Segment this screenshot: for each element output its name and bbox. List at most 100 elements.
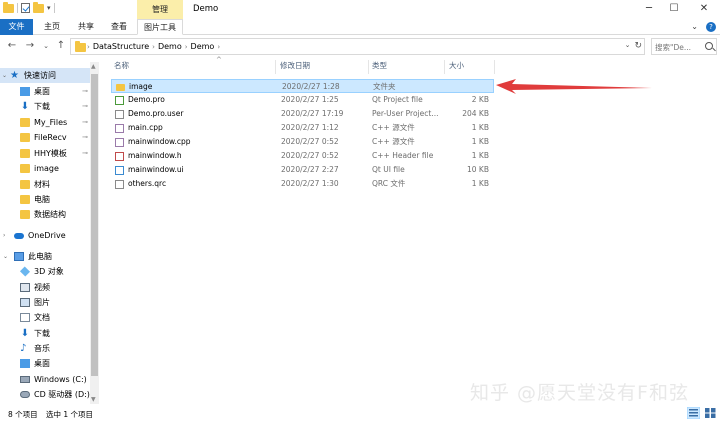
column-divider[interactable]	[275, 60, 276, 74]
nav-item-music[interactable]: ♪ 音乐	[0, 341, 90, 356]
close-button[interactable]: ✕	[694, 2, 714, 16]
nav-item-onedrive[interactable]: › OneDrive	[0, 228, 90, 243]
scroll-down-icon[interactable]: ▼	[91, 396, 96, 403]
chevron-down-icon[interactable]: ⌄	[2, 72, 7, 79]
tab-picture-tools[interactable]: 图片工具	[137, 19, 183, 35]
chevron-right-icon[interactable]: ›	[217, 43, 220, 51]
nav-item-windows-c[interactable]: Windows (C:)	[0, 372, 90, 387]
large-icons-view-icon[interactable]	[704, 407, 717, 419]
column-header-type[interactable]: 类型	[372, 58, 387, 74]
folder-icon	[20, 195, 30, 204]
forward-button[interactable]: →	[24, 39, 36, 53]
chevron-right-icon[interactable]: ›	[3, 232, 5, 239]
nav-item-label: 桌面	[34, 359, 50, 368]
file-type: C++ Header file	[372, 151, 434, 160]
column-divider[interactable]	[444, 60, 445, 74]
nav-item-videos[interactable]: 视频	[0, 280, 90, 295]
pin-icon[interactable]: ⊸	[82, 118, 88, 126]
context-tab-manage[interactable]: 管理	[137, 0, 183, 19]
nav-item-label: 音乐	[34, 344, 50, 353]
column-header-size[interactable]: 大小	[449, 58, 464, 74]
nav-item-documents[interactable]: 文档	[0, 310, 90, 325]
table-row[interactable]: image 2020/2/27 1:28 文件夹	[111, 79, 494, 93]
file-type: 文件夹	[373, 82, 396, 91]
nav-item-cd-drive[interactable]: CD 驱动器 (D:)	[0, 387, 90, 402]
breadcrumb-item[interactable]: Demo	[158, 42, 182, 51]
tab-file[interactable]: 文件	[0, 19, 33, 35]
pin-icon[interactable]: ⊸	[82, 87, 88, 95]
nav-item-computer-folder[interactable]: 电脑	[0, 192, 90, 207]
file-name: mainwindow.cpp	[128, 137, 191, 146]
properties-icon[interactable]	[21, 3, 30, 13]
chevron-down-icon[interactable]: ⌄	[625, 41, 631, 51]
star-icon: ★	[10, 70, 19, 81]
table-row[interactable]: Demo.pro 2020/2/27 1:25 Qt Project file …	[111, 93, 494, 107]
column-header-name[interactable]: 名称	[114, 58, 129, 74]
new-folder-icon[interactable]	[33, 1, 44, 13]
chevron-right-icon[interactable]: ›	[185, 43, 188, 51]
maximize-button[interactable]: ☐	[664, 2, 684, 16]
chevron-right-icon[interactable]: ›	[152, 43, 155, 51]
nav-item-desktop[interactable]: 桌面 ⊸	[0, 84, 90, 99]
nav-item-materials[interactable]: 材料	[0, 177, 90, 192]
divider	[17, 3, 18, 13]
column-header-date[interactable]: 修改日期	[280, 58, 310, 74]
minimize-button[interactable]: ─	[639, 2, 659, 16]
file-date: 2020/2/27 17:19	[281, 109, 344, 118]
nav-item-label: HHY模板	[34, 149, 67, 158]
qt-project-icon	[115, 96, 124, 105]
column-divider[interactable]	[368, 60, 369, 74]
table-row[interactable]: Demo.pro.user 2020/2/27 17:19 Per-User P…	[111, 107, 494, 121]
file-type: Qt UI file	[372, 165, 405, 174]
tab-view[interactable]: 查看	[105, 19, 133, 35]
recent-locations-button[interactable]: ⌄	[40, 39, 52, 53]
search-input[interactable]: 搜索"De...	[651, 38, 717, 55]
address-controls: ⌄ ↻	[625, 41, 642, 51]
pin-icon[interactable]: ⊸	[82, 102, 88, 110]
breadcrumb-item[interactable]: DataStructure	[93, 42, 149, 51]
back-button[interactable]: ←	[6, 39, 18, 53]
nav-item-downloads-pc[interactable]: ⬇ 下载	[0, 326, 90, 341]
table-row[interactable]: mainwindow.h 2020/2/27 0:52 C++ Header f…	[111, 149, 494, 163]
chevron-down-icon[interactable]: ⌄	[3, 253, 8, 260]
nav-item-filerecv[interactable]: FileRecv ⊸	[0, 130, 90, 145]
scrollbar-thumb[interactable]	[91, 74, 98, 376]
help-icon[interactable]: ?	[706, 22, 716, 32]
table-row[interactable]: others.qrc 2020/2/27 1:30 QRC 文件 1 KB	[111, 177, 494, 191]
nav-item-pictures[interactable]: 图片	[0, 295, 90, 310]
nav-item-desktop-pc[interactable]: 桌面	[0, 356, 90, 371]
nav-item-3d-objects[interactable]: 3D 对象	[0, 264, 90, 279]
tab-share[interactable]: 共享	[72, 19, 100, 35]
file-type: C++ 源文件	[372, 123, 415, 132]
music-icon: ♪	[20, 343, 27, 354]
table-row[interactable]: main.cpp 2020/2/27 1:12 C++ 源文件 1 KB	[111, 121, 494, 135]
file-size: 10 KB	[467, 165, 489, 174]
up-button[interactable]: ↑	[55, 39, 67, 53]
nav-scrollbar[interactable]: ▲ ▼	[90, 62, 99, 404]
pin-icon[interactable]: ⊸	[82, 149, 88, 157]
breadcrumb-item[interactable]: Demo	[191, 42, 215, 51]
address-bar[interactable]: › DataStructure › Demo › Demo › ⌄ ↻	[70, 38, 645, 55]
nav-item-hhy-template[interactable]: HHY模板 ⊸	[0, 146, 90, 161]
nav-item-data-structures[interactable]: 数据结构	[0, 207, 90, 222]
expand-ribbon-icon[interactable]: ⌄	[691, 22, 698, 32]
nav-item-image[interactable]: image	[0, 161, 90, 176]
table-row[interactable]: mainwindow.cpp 2020/2/27 0:52 C++ 源文件 1 …	[111, 135, 494, 149]
cloud-icon	[14, 232, 24, 239]
nav-item-quick-access[interactable]: ⌄ ★ 快速访问	[0, 68, 90, 83]
drive-icon	[20, 376, 30, 383]
table-row[interactable]: mainwindow.ui 2020/2/27 2:27 Qt UI file …	[111, 163, 494, 177]
nav-item-this-pc[interactable]: ⌄ 此电脑	[0, 249, 90, 264]
nav-item-downloads[interactable]: ⬇ 下载 ⊸	[0, 99, 90, 114]
nav-item-label: 快速访问	[24, 71, 56, 80]
tab-home[interactable]: 主页	[38, 19, 66, 35]
refresh-icon[interactable]: ↻	[634, 41, 642, 51]
pin-icon[interactable]: ⊸	[82, 133, 88, 141]
scroll-up-icon[interactable]: ▲	[91, 63, 96, 70]
nav-item-my-files[interactable]: My_Files ⊸	[0, 115, 90, 130]
customize-toolbar-icon[interactable]: ▾	[47, 4, 51, 12]
file-size: 204 KB	[462, 109, 489, 118]
column-divider[interactable]	[494, 60, 495, 74]
details-view-icon[interactable]	[687, 407, 700, 419]
folder-icon	[20, 118, 30, 127]
